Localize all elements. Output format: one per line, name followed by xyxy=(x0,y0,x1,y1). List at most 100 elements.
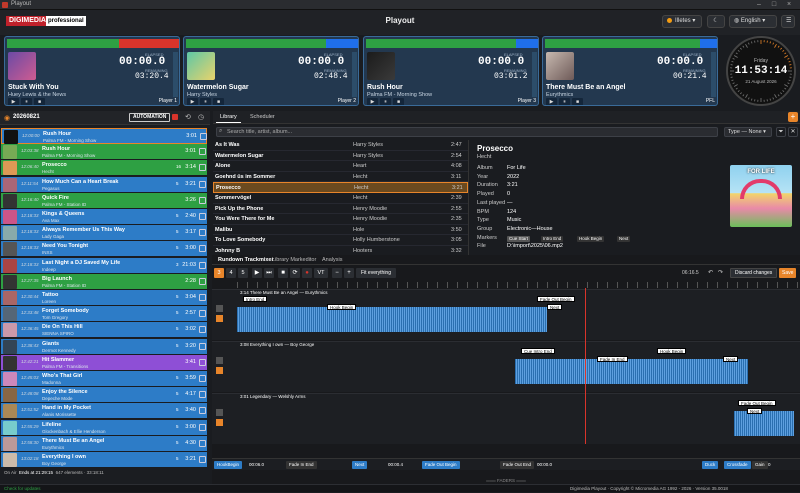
cue-marker[interactable]: Hook Begin xyxy=(657,348,686,354)
marker-chip[interactable]: Cue Start xyxy=(507,236,530,242)
cue-marker[interactable]: Fade In End xyxy=(597,356,628,362)
language-select[interactable]: ◍ English ▾ xyxy=(729,15,777,28)
library-row[interactable]: Pick Up the PhoneHenry Moodie2:55 xyxy=(213,204,468,215)
drag-handle-icon[interactable] xyxy=(199,359,206,366)
save-button[interactable]: Save xyxy=(779,268,796,278)
marker-field[interactable]: 00:06.0 xyxy=(246,461,267,469)
drag-handle-icon[interactable] xyxy=(199,440,206,447)
stop-icon[interactable]: ■ xyxy=(213,98,224,106)
library-row[interactable]: You Were There for MeHenry Moodie2:35 xyxy=(213,214,468,225)
library-row[interactable]: To Love SomebodyHolly Humberstone3:05 xyxy=(213,235,468,246)
rundown-row[interactable]: 12:33:48Forget SomebodyTom Gregory52:57 xyxy=(1,306,207,322)
marker-chip[interactable]: Next xyxy=(617,236,630,242)
drag-handle-icon[interactable] xyxy=(199,181,206,188)
edit-button[interactable] xyxy=(216,315,223,322)
cue-marker[interactable]: Next xyxy=(723,356,738,362)
library-row[interactable]: SommervögelHecht2:39 xyxy=(213,193,468,204)
rundown-row[interactable]: 12:30:44TattooLoreen53:04 xyxy=(1,290,207,306)
rundown-row[interactable]: 12:18:33Need You TonightINXS53:00 xyxy=(1,241,207,257)
waveform[interactable] xyxy=(237,307,547,332)
rundown-row[interactable]: 12:27:35Big LaunchPalma FM - Station ID2… xyxy=(1,274,207,290)
marker-field[interactable]: HookBegin xyxy=(214,461,242,469)
timer-icon[interactable]: ◷ xyxy=(198,113,204,121)
type-filter-select[interactable]: Type — None ▾ xyxy=(724,127,772,137)
search-input[interactable]: Search title, artist, album... xyxy=(216,127,718,137)
rundown-row[interactable]: 12:03:38Rush HourPalma FM - Morning Show… xyxy=(1,144,207,160)
rundown-row[interactable]: 12:16:40Quick FirePalma FM - Station ID3… xyxy=(1,193,207,209)
marker-chip[interactable]: Intro End xyxy=(541,236,563,242)
rundown-date[interactable]: 20260821 xyxy=(13,114,40,120)
stop-icon[interactable]: ■ xyxy=(572,98,583,106)
track-3-button[interactable]: 3 xyxy=(214,268,224,278)
zoom-out-icon[interactable]: − xyxy=(332,268,342,278)
drag-handle-icon[interactable] xyxy=(199,213,206,220)
mute-button[interactable] xyxy=(216,357,223,364)
waveform[interactable] xyxy=(734,411,794,436)
rundown-row[interactable]: 12:48:08Enjoy the SilenceDepeche Mode54:… xyxy=(1,387,207,403)
drag-handle-icon[interactable] xyxy=(199,391,206,398)
track-4-button[interactable]: 4 xyxy=(226,268,236,278)
cue-marker[interactable]: Fade Out Begin xyxy=(537,296,575,302)
drag-handle-icon[interactable] xyxy=(199,278,206,285)
track-5-button[interactable]: 5 xyxy=(238,268,248,278)
cue-marker[interactable]: Next xyxy=(547,304,562,310)
progress-bar[interactable] xyxy=(7,39,179,48)
record-icon[interactable]: ● xyxy=(302,268,312,278)
loop-icon[interactable]: ⟳ xyxy=(290,268,300,278)
drag-handle-icon[interactable] xyxy=(199,229,206,236)
pause-icon[interactable]: ⏸ xyxy=(200,98,211,106)
zoom-in-icon[interactable]: + xyxy=(344,268,354,278)
pause-icon[interactable]: ⏸ xyxy=(21,98,32,106)
rundown-row[interactable]: 12:51:52Hand in My PocketAlanis Morisset… xyxy=(1,403,207,419)
rundown-row[interactable]: 12:00:00Rush HourPalma FM - Morning Show… xyxy=(1,128,207,144)
marker-field[interactable]: Fade Out Begin xyxy=(422,461,460,469)
drag-handle-icon[interactable] xyxy=(199,262,206,269)
rundown-row[interactable]: 12:58:30There Must Be an AngelEurythmics… xyxy=(1,436,207,452)
play-icon[interactable]: ▶ xyxy=(252,268,262,278)
close-icon[interactable]: × xyxy=(782,0,796,10)
library-row[interactable]: Goehnd üs im SommerHecht3:11 xyxy=(213,172,468,183)
filter-icon[interactable]: ⏷ xyxy=(776,127,786,137)
rundown-row[interactable]: 12:42:21Hit SlammerPalma FM - Transition… xyxy=(1,355,207,371)
drag-handle-icon[interactable] xyxy=(199,326,206,333)
tab-rundown-trackmixer[interactable]: Rundown Trackmixer xyxy=(218,257,274,263)
automation-button[interactable]: AUTOMATION xyxy=(129,113,170,122)
progress-bar[interactable] xyxy=(366,39,538,48)
play-icon[interactable]: ▶ xyxy=(367,98,378,106)
play-icon[interactable]: ▶ xyxy=(8,98,19,106)
tab-analysis[interactable]: Analysis xyxy=(322,257,342,263)
library-row[interactable]: ProseccoHecht3:21 xyxy=(213,182,468,193)
stop-icon[interactable] xyxy=(172,114,178,120)
rundown-row[interactable]: 12:11:54How Much Can a Heart BreakPegasu… xyxy=(1,177,207,193)
drag-handle-icon[interactable] xyxy=(199,197,206,204)
rundown-row[interactable]: 12:18:33Kings & QueensAva Max52:40 xyxy=(1,209,207,225)
playhead[interactable] xyxy=(585,288,586,444)
drag-handle-icon[interactable] xyxy=(199,294,206,301)
marker-field[interactable]: 00:00.0 xyxy=(534,461,555,469)
library-row[interactable]: As It WasHarry Styles2:47 xyxy=(213,140,468,151)
marker-field[interactable]: Duck xyxy=(702,461,718,469)
marker-field[interactable]: 0 xyxy=(765,461,774,469)
mute-button[interactable] xyxy=(216,305,223,312)
drag-handle-icon[interactable] xyxy=(199,343,206,350)
edit-button[interactable] xyxy=(216,419,223,426)
cue-marker[interactable]: Hook Begin xyxy=(327,304,356,310)
tab-scheduler[interactable]: Scheduler xyxy=(246,112,279,123)
minimize-icon[interactable]: – xyxy=(752,0,766,10)
progress-bar[interactable] xyxy=(186,39,358,48)
vt-button[interactable]: VT xyxy=(314,268,328,278)
marker-field[interactable]: 00:00.4 xyxy=(385,461,406,469)
marker-field[interactable]: Fade Out End xyxy=(500,461,534,469)
rundown-row[interactable]: 12:38:43GiantsDermot Kennedy53:20 xyxy=(1,339,207,355)
mute-button[interactable] xyxy=(216,409,223,416)
rundown-row[interactable]: 12:18:33Always Remember Us This WayLady … xyxy=(1,225,207,241)
marker-field[interactable]: Fade In End xyxy=(286,461,317,469)
marker-field[interactable]: Next xyxy=(352,461,367,469)
stop-icon[interactable]: ■ xyxy=(278,268,288,278)
drag-handle-icon[interactable] xyxy=(199,148,206,155)
rundown-row[interactable]: 12:18:33Last Night a DJ Saved My LifeInd… xyxy=(1,258,207,274)
pause-icon[interactable]: ⏸ xyxy=(559,98,570,106)
fit-everything-button[interactable]: Fit everything xyxy=(356,268,396,278)
redo-icon[interactable]: ↷ xyxy=(718,269,723,276)
drag-handle-icon[interactable] xyxy=(199,424,206,431)
